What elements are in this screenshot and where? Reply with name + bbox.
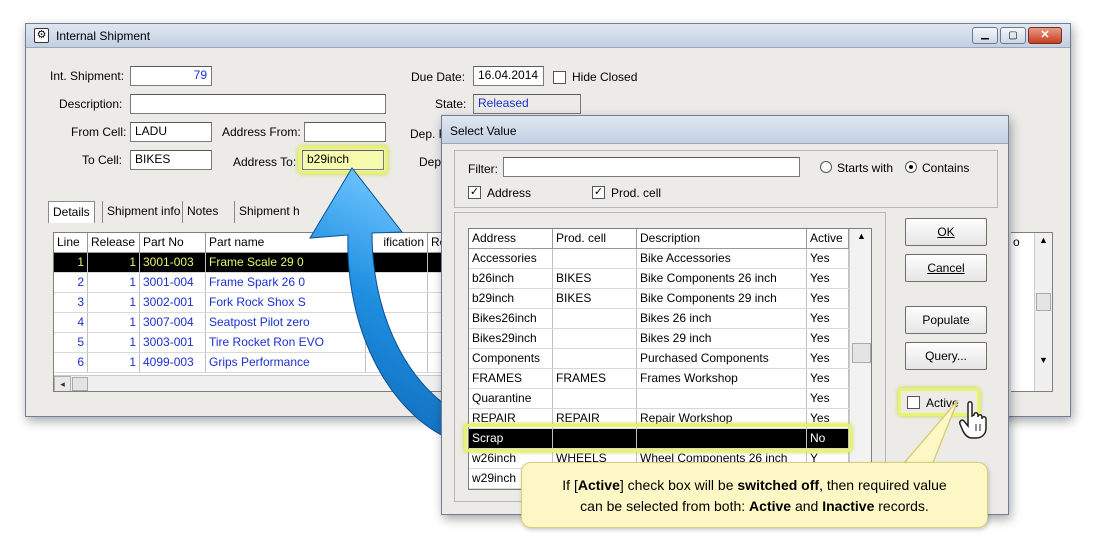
- callout-box: If [Active] check box will be switched o…: [521, 462, 988, 528]
- callout-text: ] check box will be: [619, 477, 738, 493]
- callout-text: can be selected from both:: [580, 498, 750, 514]
- callout-bold: Active: [749, 498, 792, 514]
- callout-bold: switched off: [737, 477, 820, 493]
- callout-line-1: If [Active] check box will be switched o…: [522, 475, 987, 496]
- callout-text: , then required value: [819, 477, 947, 493]
- callout-text: and: [791, 498, 823, 514]
- callout-text: records.: [874, 498, 929, 514]
- callout-bold: Inactive: [822, 498, 875, 514]
- callout-bold: Active: [577, 477, 620, 493]
- callout-text: If [: [562, 477, 578, 493]
- callout-line-2: can be selected from both: Active and In…: [522, 496, 987, 517]
- callout-pointer: [903, 399, 959, 471]
